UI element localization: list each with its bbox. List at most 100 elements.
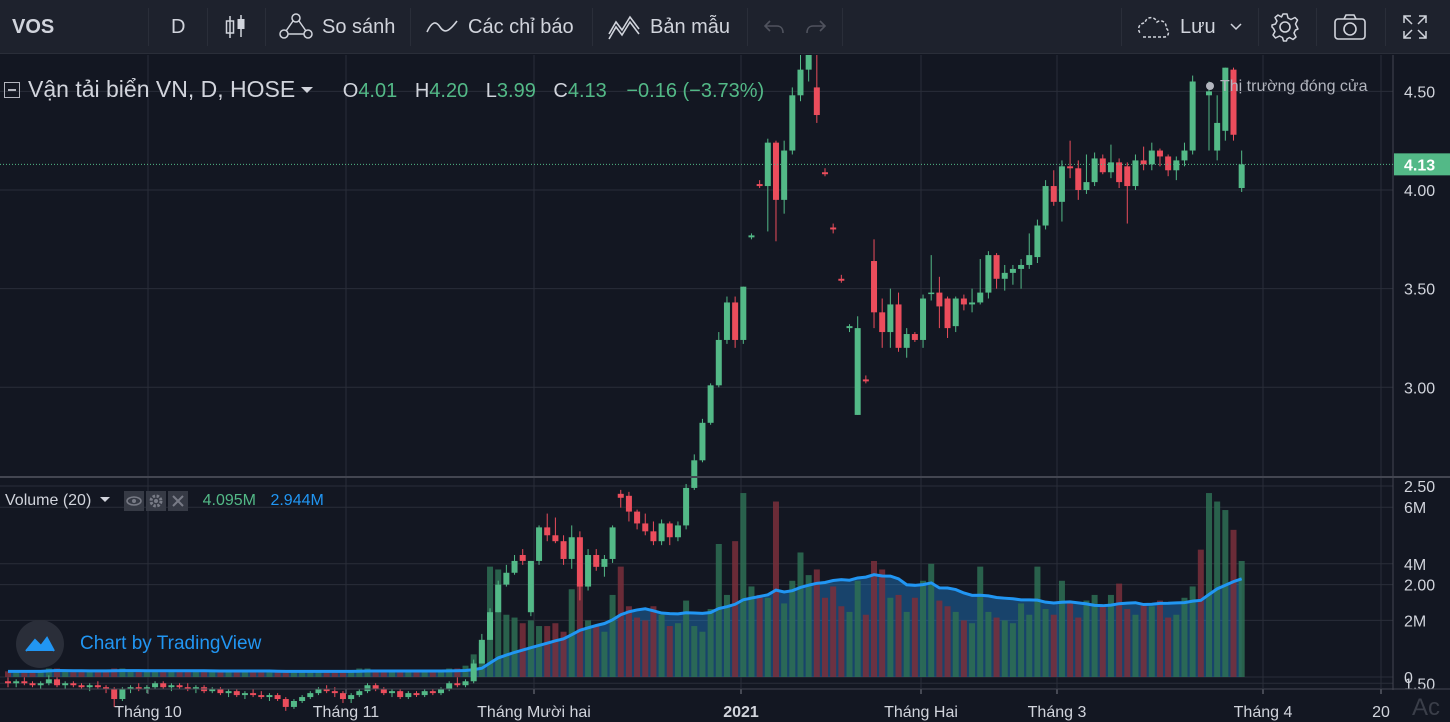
templates-button[interactable]: Bản mẫu: [608, 0, 730, 54]
redo-icon: [806, 20, 827, 34]
status-dot-icon: [1206, 82, 1214, 90]
candle-body: [625, 495, 632, 512]
candle-body: [985, 255, 992, 293]
remove-indicator-icon[interactable]: [168, 491, 189, 511]
compare-button[interactable]: So sánh: [278, 0, 395, 54]
candle-body: [29, 683, 36, 686]
close-value: 4.13: [567, 80, 607, 102]
collapse-legend-icon[interactable]: [4, 82, 20, 98]
volume-bar: [781, 603, 788, 677]
volume-bar: [944, 606, 951, 677]
candle-body: [478, 639, 485, 664]
candle-body: [756, 184, 763, 187]
toolbar-divider: [410, 8, 411, 46]
candle-body: [1156, 150, 1163, 157]
candle-body: [862, 379, 869, 382]
candle-body: [1050, 186, 1057, 202]
candle-body: [62, 683, 69, 686]
indicators-button[interactable]: Các chỉ báo: [426, 0, 574, 54]
candle-body: [871, 261, 878, 313]
high-value: 4.20: [429, 80, 469, 102]
symbol-title[interactable]: Vận tải biển VN, D, HOSE: [28, 76, 295, 102]
chart-style-button[interactable]: [224, 0, 248, 54]
volume-bar: [1116, 583, 1123, 677]
cloud-icon: [1137, 16, 1170, 38]
symbol-label: VOS: [12, 15, 55, 38]
volume-bar: [1067, 603, 1074, 677]
candle-body: [1116, 162, 1123, 183]
candle-body: [470, 663, 477, 682]
candle-body: [658, 523, 665, 542]
templates-icon: [608, 15, 640, 40]
volume-bar: [511, 617, 518, 677]
candle-body: [732, 302, 739, 340]
undo-icon: [763, 20, 784, 34]
candle-body: [511, 560, 518, 573]
save-button[interactable]: Lưu: [1134, 0, 1242, 54]
settings-button[interactable]: [1270, 0, 1300, 54]
undo-button[interactable]: [762, 0, 786, 54]
volume-bar: [920, 580, 927, 677]
main-legend: Vận tải biển VN, D, HOSE O4.01 H4.20 L3.…: [4, 76, 764, 103]
toolbar-divider: [148, 8, 149, 46]
fullscreen-button[interactable]: [1402, 0, 1428, 54]
symbol-search-button[interactable]: VOS: [12, 0, 54, 54]
volume-title[interactable]: Volume (20): [5, 492, 91, 509]
toolbar-divider: [747, 8, 748, 46]
candle-body: [813, 87, 820, 116]
volume-bar: [903, 611, 910, 677]
toolbar-divider: [1121, 8, 1122, 46]
volume-bar: [854, 580, 861, 677]
candle-body: [593, 555, 600, 567]
volume-bar: [1009, 623, 1016, 677]
volume-bar: [1156, 600, 1163, 677]
candle-body: [920, 298, 927, 340]
volume-bar: [691, 626, 698, 677]
toolbar-divider: [207, 8, 208, 46]
eye-icon[interactable]: [124, 491, 145, 511]
volume-bar: [797, 552, 804, 677]
volume-bar: [1132, 614, 1139, 677]
candle-body: [364, 685, 371, 692]
volume-value: 4.095M: [202, 492, 256, 510]
candle-body: [797, 69, 804, 96]
volume-bar: [1124, 609, 1131, 677]
tradingview-branding[interactable]: Chart by TradingView: [16, 620, 261, 668]
settings-gear-icon[interactable]: [146, 491, 167, 511]
volume-bar: [960, 620, 967, 677]
last-price-label: 4.13: [1404, 157, 1435, 174]
candle-body: [266, 695, 273, 698]
candle-body: [356, 691, 363, 696]
redo-button[interactable]: [804, 0, 828, 54]
candle-body: [854, 328, 861, 415]
candle-body: [715, 339, 722, 386]
candle-body: [495, 584, 502, 613]
toolbar-divider: [265, 8, 266, 46]
volume-bar: [593, 626, 600, 677]
candle-body: [152, 683, 159, 688]
snapshot-button[interactable]: [1333, 0, 1367, 54]
volume-bar: [1018, 603, 1025, 677]
volume-bar: [699, 631, 706, 677]
candle-body: [1042, 186, 1049, 226]
candle-body: [568, 537, 575, 559]
candle-body: [258, 695, 265, 698]
volume-bar: [879, 569, 886, 677]
toolbar-divider: [592, 8, 593, 46]
symbol-menu-arrow[interactable]: [301, 87, 314, 93]
gear-icon: [1271, 13, 1299, 42]
candle-body: [1034, 225, 1041, 258]
candle-body: [405, 693, 412, 698]
volume-bar: [127, 671, 134, 677]
time-tick-label: Tháng 4: [1234, 704, 1293, 721]
interval-button[interactable]: D: [171, 0, 185, 54]
volume-bar: [830, 586, 837, 677]
candle-body: [225, 691, 232, 694]
volume-bar: [1058, 580, 1065, 677]
candle-body: [1238, 164, 1245, 189]
volume-bar: [1165, 617, 1172, 677]
save-label: Lưu: [1180, 15, 1216, 38]
volume-menu-arrow[interactable]: [99, 497, 110, 503]
candle-body: [1091, 158, 1098, 183]
volume-bar: [658, 614, 665, 677]
